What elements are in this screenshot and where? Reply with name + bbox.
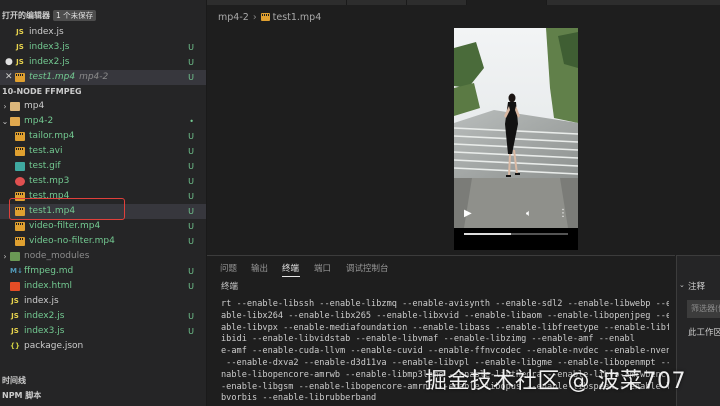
watermark: 掘金技术社区 @ 波菜707 bbox=[425, 369, 686, 394]
unsaved-dot-icon: ● bbox=[5, 57, 13, 67]
video-file-icon bbox=[15, 132, 25, 141]
folder-icon bbox=[10, 102, 20, 111]
npm-scripts-header[interactable]: NPM 脚本 bbox=[0, 389, 41, 403]
audio-file-icon bbox=[15, 177, 25, 186]
unsaved-badge: 1 个未保存 bbox=[53, 10, 97, 21]
comments-filter-input[interactable]: 筛选器(例如 bbox=[687, 300, 720, 318]
js-file-icon: JS bbox=[11, 327, 19, 335]
comments-title: 注释 bbox=[688, 282, 706, 292]
js-file-icon: JS bbox=[16, 28, 24, 36]
tree-file[interactable]: video-no-filter.mp4 U bbox=[0, 234, 206, 249]
image-file-icon bbox=[15, 162, 25, 171]
tree-file[interactable]: JS index.js bbox=[0, 294, 206, 309]
terminal-line: ibidi --enable-libvidstab --enable-libvm… bbox=[221, 334, 635, 345]
tab-problems[interactable]: 问题 bbox=[220, 262, 237, 274]
video-file-icon bbox=[15, 237, 25, 246]
terminal-line: e-amf --enable-cuda-llvm --enable-cuvid … bbox=[221, 346, 669, 357]
chevron-down-icon: ⌄ bbox=[1, 117, 9, 126]
terminal-line: able-libx264 --enable-libx265 --enable-l… bbox=[221, 310, 669, 321]
terminal-title: 终端 bbox=[221, 282, 239, 292]
html-file-icon bbox=[10, 282, 20, 291]
video-file-icon bbox=[260, 13, 270, 21]
js-file-icon: JS bbox=[16, 43, 24, 51]
tree-file[interactable]: M↓ ffmpeg.md U bbox=[0, 264, 206, 279]
video-file-icon bbox=[15, 222, 25, 231]
volume-icon[interactable]: 🔈︎ bbox=[526, 209, 531, 219]
markdown-file-icon: M↓ bbox=[10, 267, 23, 275]
editor-tab[interactable] bbox=[407, 0, 467, 5]
tree-file-selected[interactable]: test1.mp4 U bbox=[0, 204, 206, 219]
open-editor-item-active[interactable]: ✕ test1.mp4 mp4-2 U bbox=[0, 70, 206, 85]
open-editors-header[interactable]: 打开的编辑器 1 个未保存 bbox=[0, 9, 97, 23]
tab-terminal[interactable]: 终端 bbox=[282, 262, 299, 274]
tree-file[interactable]: tailor.mp4 U bbox=[0, 129, 206, 144]
open-editor-item[interactable]: ● JS index2.js U bbox=[0, 55, 206, 70]
js-file-icon: JS bbox=[11, 297, 19, 305]
tree-file[interactable]: JS index3.js U bbox=[0, 324, 206, 339]
video-player[interactable]: ▶ 🔈︎ ⋮ bbox=[454, 28, 578, 250]
chevron-right-icon: › bbox=[3, 102, 7, 111]
tree-file[interactable]: video-filter.mp4 U bbox=[0, 219, 206, 234]
chevron-right-icon: › bbox=[3, 252, 7, 261]
tree-file[interactable]: test.avi U bbox=[0, 144, 206, 159]
play-icon[interactable]: ▶ bbox=[464, 208, 472, 219]
explorer-sidebar: 打开的编辑器 1 个未保存 JS index.js JS index3.js U … bbox=[0, 0, 207, 406]
breadcrumb: mp4-2 › test1.mp4 bbox=[218, 11, 321, 25]
video-progress-bar[interactable] bbox=[464, 233, 568, 235]
editor-tab-active[interactable] bbox=[467, 0, 547, 5]
terminal-line: rt --enable-libssh --enable-libzmq --ena… bbox=[221, 299, 669, 309]
panel-tabs: 问题 输出 终端 端口 调试控制台 bbox=[207, 256, 675, 278]
editor-tab[interactable] bbox=[347, 0, 407, 5]
tree-file[interactable]: test.gif U bbox=[0, 159, 206, 174]
video-frame bbox=[454, 28, 578, 228]
folder-open-icon bbox=[10, 117, 20, 126]
tree-file[interactable]: JS index2.js U bbox=[0, 309, 206, 324]
terminal-line: bvorbis --enable-librubberband bbox=[221, 393, 377, 404]
editor-tab[interactable] bbox=[207, 0, 347, 5]
chevron-down-icon[interactable]: ⌄ bbox=[679, 281, 685, 289]
tab-debug-console[interactable]: 调试控制台 bbox=[346, 262, 389, 274]
editor-tab-bar bbox=[207, 0, 720, 5]
tree-folder-mp4-2[interactable]: ⌄ mp4-2 • bbox=[0, 114, 206, 129]
tree-folder-mp4[interactable]: › mp4 bbox=[0, 99, 206, 114]
breadcrumb-folder[interactable]: mp4-2 bbox=[218, 12, 249, 23]
js-file-icon: JS bbox=[11, 312, 19, 320]
video-controls bbox=[454, 228, 578, 250]
video-file-icon bbox=[15, 147, 25, 156]
open-editor-item[interactable]: JS index.js bbox=[0, 25, 206, 40]
js-file-icon: JS bbox=[16, 58, 24, 66]
tree-file[interactable]: index.html U bbox=[0, 279, 206, 294]
json-file-icon: {} bbox=[10, 342, 20, 350]
tree-file[interactable]: test.mp3 U bbox=[0, 174, 206, 189]
comments-empty-text: 此工作区 bbox=[688, 328, 720, 338]
project-header[interactable]: 10-NODE FFMPEG bbox=[0, 85, 82, 99]
chevron-right-icon: › bbox=[252, 12, 257, 23]
open-editor-item[interactable]: JS index3.js U bbox=[0, 40, 206, 55]
active-tab-indicator bbox=[282, 276, 300, 277]
video-progress-fill bbox=[464, 233, 511, 235]
breadcrumb-file[interactable]: test1.mp4 bbox=[273, 12, 322, 23]
tree-folder-node-modules[interactable]: › node_modules bbox=[0, 249, 206, 264]
close-icon[interactable]: ✕ bbox=[5, 70, 13, 85]
timeline-header[interactable]: 时间线 bbox=[0, 374, 26, 388]
video-file-icon bbox=[15, 207, 25, 216]
more-options-icon[interactable]: ⋮ bbox=[558, 208, 568, 219]
video-file-icon bbox=[15, 192, 25, 201]
tree-file[interactable]: {} package.json bbox=[0, 339, 206, 354]
node-folder-icon bbox=[10, 252, 20, 261]
terminal-line: able-libvpx --enable-mediafoundation --e… bbox=[221, 322, 669, 333]
tab-ports[interactable]: 端口 bbox=[314, 262, 331, 274]
tab-output[interactable]: 输出 bbox=[251, 262, 268, 274]
tree-file[interactable]: test.mp4 U bbox=[0, 189, 206, 204]
video-file-icon bbox=[15, 73, 25, 82]
